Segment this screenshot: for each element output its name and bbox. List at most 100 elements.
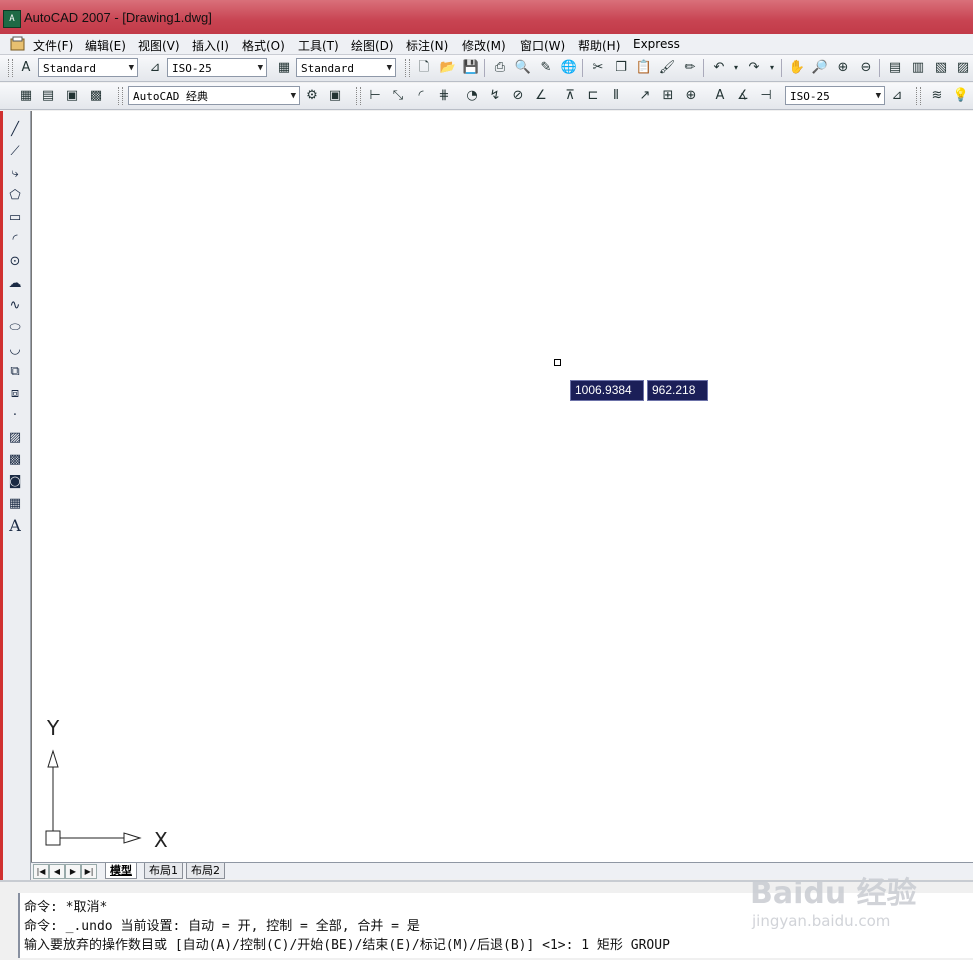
match-properties-icon[interactable]: 🖌 bbox=[658, 59, 676, 77]
toolbar-grip[interactable] bbox=[8, 59, 13, 77]
toolbar-grip[interactable] bbox=[916, 87, 921, 105]
menu-file[interactable]: 文件(F) bbox=[33, 37, 73, 54]
copy-icon[interactable]: ❐ bbox=[612, 59, 630, 77]
layer-icon[interactable]: ▤ bbox=[39, 87, 57, 105]
properties-icon[interactable]: ▤ bbox=[886, 59, 904, 77]
design-center-icon[interactable]: ▥ bbox=[909, 59, 927, 77]
radius-dim-icon[interactable]: ◔ bbox=[463, 87, 481, 105]
publish-icon[interactable]: ✎ bbox=[537, 59, 555, 77]
toolbar-grip[interactable] bbox=[356, 87, 361, 105]
workspace-lock-icon[interactable]: ▣ bbox=[326, 87, 344, 105]
next-tab-icon[interactable]: ▶ bbox=[65, 864, 81, 879]
dynamic-input-y[interactable]: 962.218 bbox=[647, 380, 708, 401]
quick-dim-icon[interactable]: ⊼ bbox=[561, 87, 579, 105]
tab-layout1[interactable]: 布局1 bbox=[144, 863, 183, 879]
menu-insert[interactable]: 插入(I) bbox=[192, 37, 229, 54]
open-file-icon[interactable]: 📂 bbox=[439, 59, 457, 77]
undo-dropdown-icon[interactable]: ▾ bbox=[731, 59, 741, 77]
diameter-dim-icon[interactable]: ⊘ bbox=[509, 87, 527, 105]
circle-icon[interactable]: ⊙ bbox=[6, 253, 24, 271]
paste-icon[interactable]: 📋 bbox=[635, 59, 653, 77]
table-style-select[interactable]: Standard ▼ bbox=[296, 58, 396, 77]
menu-window[interactable]: 窗口(W) bbox=[520, 37, 565, 54]
toolbar-grip[interactable] bbox=[118, 87, 123, 105]
layers-icon[interactable]: ≋ bbox=[928, 87, 946, 105]
leader-icon[interactable]: ↗ bbox=[636, 87, 654, 105]
ellipse-icon[interactable]: ⬭ bbox=[6, 319, 24, 337]
dynamic-input-x[interactable]: 1006.9384 bbox=[570, 380, 644, 401]
text-style-select[interactable]: Standard ▼ bbox=[38, 58, 138, 77]
dim-update-icon[interactable]: ⊣ bbox=[757, 87, 775, 105]
layer-states-icon[interactable]: ▣ bbox=[63, 87, 81, 105]
dim-edit-icon[interactable]: A bbox=[711, 87, 729, 105]
menu-edit[interactable]: 编辑(E) bbox=[85, 37, 126, 54]
baseline-dim-icon[interactable]: ⊏ bbox=[584, 87, 602, 105]
text-style-icon[interactable]: A bbox=[17, 59, 35, 77]
polygon-icon[interactable]: ⬠ bbox=[6, 187, 24, 205]
new-file-icon[interactable]: 🗋 bbox=[415, 59, 433, 77]
workspace-save-icon[interactable]: ⚙ bbox=[303, 87, 321, 105]
redo-icon[interactable]: ↷ bbox=[745, 59, 763, 77]
lightbulb-icon[interactable]: 💡 bbox=[952, 87, 970, 105]
last-tab-icon[interactable]: ▶| bbox=[81, 864, 97, 879]
angular-dim-icon[interactable]: ∠ bbox=[532, 87, 550, 105]
autocad-app-icon[interactable]: A bbox=[3, 10, 21, 28]
dim-style-icon[interactable]: ⊿ bbox=[146, 59, 164, 77]
menu-dimension[interactable]: 标注(N) bbox=[406, 37, 448, 54]
menu-help[interactable]: 帮助(H) bbox=[578, 37, 620, 54]
zoom-realtime-icon[interactable]: 🔎 bbox=[811, 59, 829, 77]
tab-model[interactable]: 模型 bbox=[105, 863, 137, 879]
dim-style-select-2[interactable]: ISO-25 ▼ bbox=[785, 86, 885, 105]
hatch-icon[interactable]: ▨ bbox=[6, 429, 24, 447]
redo-dropdown-icon[interactable]: ▾ bbox=[767, 59, 777, 77]
continue-dim-icon[interactable]: ⫴ bbox=[607, 87, 625, 105]
revision-cloud-icon[interactable]: ☁ bbox=[6, 275, 24, 293]
pan-icon[interactable]: ✋ bbox=[788, 59, 806, 77]
insert-block-icon[interactable]: ⧉ bbox=[6, 363, 24, 381]
gradient-icon[interactable]: ▩ bbox=[6, 451, 24, 469]
line-icon[interactable]: ╱ bbox=[6, 121, 24, 139]
dim-text-edit-icon[interactable]: ∡ bbox=[734, 87, 752, 105]
arc-length-icon[interactable]: ◜ bbox=[412, 87, 430, 105]
command-line-3[interactable]: 输入要放弃的操作数目或 [自动(A)/控制(C)/开始(BE)/结束(E)/标记… bbox=[24, 934, 670, 953]
jogged-dim-icon[interactable]: ↯ bbox=[486, 87, 504, 105]
multiline-text-icon[interactable]: A bbox=[6, 517, 24, 535]
document-menu-icon[interactable] bbox=[10, 36, 26, 51]
print-icon[interactable]: ⎙ bbox=[491, 59, 509, 77]
tolerance-icon[interactable]: ⊞ bbox=[659, 87, 677, 105]
sheet-set-icon[interactable]: ▨ bbox=[954, 59, 972, 77]
menu-format[interactable]: 格式(O) bbox=[242, 37, 285, 54]
menu-draw[interactable]: 绘图(D) bbox=[351, 37, 394, 54]
workspace-settings-icon[interactable]: ▦ bbox=[17, 87, 35, 105]
ordinate-dim-icon[interactable]: ⋕ bbox=[435, 87, 453, 105]
ellipse-arc-icon[interactable]: ◡ bbox=[6, 341, 24, 359]
layer-previous-icon[interactable]: ▩ bbox=[87, 87, 105, 105]
block-editor-icon[interactable]: ✏ bbox=[681, 59, 699, 77]
construction-line-icon[interactable]: ⟋ bbox=[6, 143, 24, 161]
table-style-icon[interactable]: ▦ bbox=[275, 59, 293, 77]
tab-layout2[interactable]: 布局2 bbox=[186, 863, 225, 879]
previous-tab-icon[interactable]: ◀ bbox=[49, 864, 65, 879]
center-mark-icon[interactable]: ⊕ bbox=[682, 87, 700, 105]
aligned-dim-icon[interactable]: ⤡ bbox=[389, 87, 407, 105]
linear-dim-icon[interactable]: ⊢ bbox=[366, 87, 384, 105]
rectangle-icon[interactable]: ▭ bbox=[6, 209, 24, 227]
tool-palettes-icon[interactable]: ▧ bbox=[932, 59, 950, 77]
point-icon[interactable]: · bbox=[6, 407, 24, 425]
toolbar-grip[interactable] bbox=[405, 59, 410, 77]
plot-preview-icon[interactable]: 🔍 bbox=[514, 59, 532, 77]
arc-icon[interactable]: ◜ bbox=[6, 231, 24, 249]
drawing-area[interactable]: 1006.9384 962.218 Y X bbox=[31, 111, 973, 862]
menu-view[interactable]: 视图(V) bbox=[138, 37, 180, 54]
workspace-select[interactable]: AutoCAD 经典 ▼ bbox=[128, 86, 300, 105]
polyline-icon[interactable]: ⤷ bbox=[6, 165, 24, 183]
region-icon[interactable]: ◙ bbox=[6, 473, 24, 491]
zoom-previous-icon[interactable]: ⊖ bbox=[857, 59, 875, 77]
make-block-icon[interactable]: ⧈ bbox=[6, 385, 24, 403]
first-tab-icon[interactable]: |◀ bbox=[33, 864, 49, 879]
publish-web-icon[interactable]: 🌐 bbox=[560, 59, 578, 77]
dim-style-select[interactable]: ISO-25 ▼ bbox=[167, 58, 267, 77]
dim-style-manager-icon[interactable]: ⊿ bbox=[888, 87, 906, 105]
cut-icon[interactable]: ✂ bbox=[589, 59, 607, 77]
save-icon[interactable]: 💾 bbox=[462, 59, 480, 77]
